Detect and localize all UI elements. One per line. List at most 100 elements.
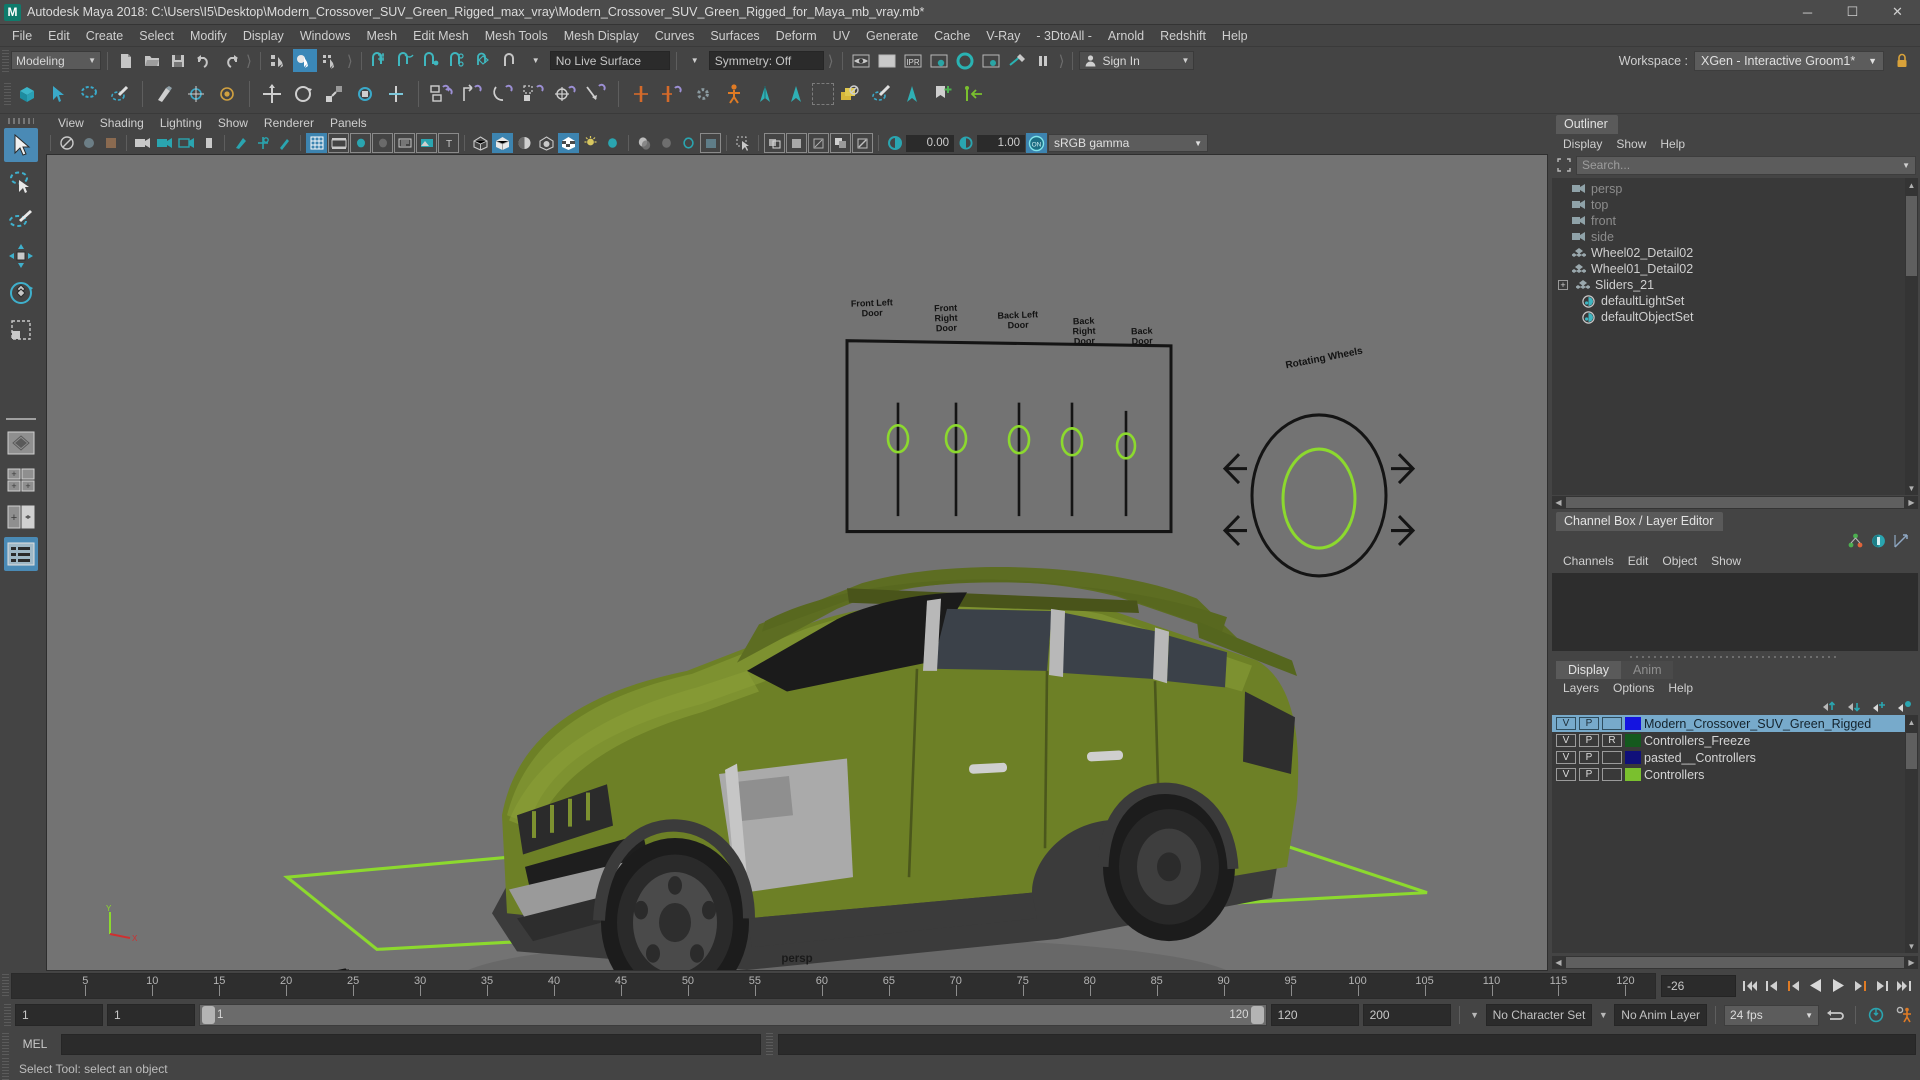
time-slider-track[interactable]: 5 10 15 20 25 30 35 40 45 50 55 60 65 70 75 80 85 90 95 100… [11,972,1656,999]
menu-windows[interactable]: Windows [292,25,359,47]
exposure-reset-icon[interactable] [884,133,905,153]
scroll-left-arrow-icon[interactable]: ◀ [1552,496,1565,509]
select-camera-icon[interactable] [56,133,77,153]
scroll-right-arrow-icon[interactable]: ▶ [1905,956,1918,969]
wireframe-shading-icon[interactable] [470,133,491,153]
menu-help[interactable]: Help [1214,25,1256,47]
channel-box-icon[interactable] [1847,533,1864,549]
menu-edit[interactable]: Edit [40,25,78,47]
detach-skin-icon[interactable] [781,78,811,110]
channel-box-attribute-list[interactable] [1552,573,1918,651]
expand-toggle-icon[interactable]: + [1558,280,1568,290]
layer-row[interactable]: V P Controllers [1552,766,1905,783]
outliner-item-front[interactable]: front [1552,213,1905,229]
layers-menu-options[interactable]: Options [1606,681,1661,695]
view-transform-icon[interactable] [852,133,873,153]
menu-display[interactable]: Display [235,25,292,47]
layer-horizontal-scrollbar[interactable]: ◀ ▶ [1552,956,1918,969]
scrollbar-thumb[interactable] [1566,497,1904,508]
current-frame-field[interactable]: -26 [1661,974,1736,997]
layers-menu-help[interactable]: Help [1661,681,1700,695]
select-tool-icon[interactable] [43,78,73,110]
outliner-item-wheel02[interactable]: Wheel02_Detail02 [1552,245,1905,261]
create-ik-handle-icon[interactable] [657,78,687,110]
move-layer-down-icon[interactable] [1846,700,1862,713]
move-tool-button[interactable] [4,239,38,273]
scrollbar-thumb[interactable] [1906,733,1917,769]
bind-skin-icon[interactable] [719,78,749,110]
layer-display-type-toggle[interactable] [1602,717,1622,730]
shelf-grip[interactable] [4,82,11,105]
viewport-menu-show[interactable]: Show [210,116,256,130]
step-forward-frame-button[interactable] [1849,975,1870,997]
tab-outliner[interactable]: Outliner [1556,115,1618,134]
snap-to-grid-button[interactable] [368,49,392,72]
four-view-layout-button[interactable]: + + + [4,463,38,497]
menu-mesh-display[interactable]: Mesh Display [556,25,647,47]
menu-redshift[interactable]: Redshift [1152,25,1214,47]
command-line-grip[interactable] [2,1033,9,1055]
range-slider-grip[interactable] [4,1004,11,1026]
outliner-menu-display[interactable]: Display [1556,137,1609,151]
layer-visibility-toggle[interactable]: V [1556,768,1576,781]
command-output-grip[interactable] [766,1033,773,1055]
menu-select[interactable]: Select [131,25,182,47]
film-gate-icon[interactable] [198,133,219,153]
chevron-down-icon[interactable]: ▼ [524,49,548,72]
screenspace-ao-icon[interactable] [700,133,721,153]
perspective-viewport[interactable]: Front Left Door Front Right Door Back Le… [46,154,1548,971]
single-perspective-layout-button[interactable] [4,426,38,460]
move-influence-icon[interactable] [959,78,989,110]
outliner-search-input[interactable]: Search... ▼ [1576,155,1916,175]
layer-playback-toggle[interactable]: P [1579,717,1599,730]
maximize-button[interactable]: ☐ [1830,0,1875,25]
paint-weights-icon[interactable] [150,78,180,110]
text-overlay-icon[interactable]: T [438,133,459,153]
menu-file[interactable]: File [4,25,40,47]
viewport-menu-renderer[interactable]: Renderer [256,116,322,130]
layer-color-swatch[interactable] [1625,734,1641,747]
outliner-item-defaultlightset[interactable]: defaultLightSet [1552,293,1905,309]
layer-display-type-toggle[interactable] [1602,751,1622,764]
select-object-button[interactable] [292,49,317,72]
texture-checker-icon[interactable] [558,133,579,153]
anim-layer-chevron-icon[interactable]: ▼ [1596,1010,1610,1020]
aim-constraint-icon[interactable] [550,78,580,110]
layer-color-swatch[interactable] [1625,717,1641,730]
textured-shading-icon[interactable] [536,133,557,153]
motion-blur-icon[interactable] [394,133,415,153]
layer-playback-toggle[interactable]: P [1579,768,1599,781]
toggle-shelf-button[interactable] [1005,49,1029,72]
menu-deform[interactable]: Deform [768,25,825,47]
outliner-item-sliders21[interactable]: + Sliders_21 [1552,277,1905,293]
move-layer-up-icon[interactable] [1821,700,1837,713]
play-backwards-button[interactable] [1805,975,1826,997]
outliner-item-top[interactable]: top [1552,197,1905,213]
ipr-render-button[interactable]: IPR [901,49,925,72]
menuset-selector[interactable]: Modeling ▼ [11,51,101,70]
close-button[interactable]: ✕ [1875,0,1920,25]
isolate-select-icon[interactable] [732,133,753,153]
animation-end-field[interactable]: 200 [1362,1004,1451,1026]
layer-row[interactable]: V P R Controllers_Freeze [1552,732,1905,749]
channelbox-menu-channels[interactable]: Channels [1556,554,1621,568]
layer-color-swatch[interactable] [1625,751,1641,764]
camera-resolution-gate-icon[interactable] [176,133,197,153]
animation-start-field[interactable]: 1 [15,1004,103,1026]
scroll-down-arrow-icon[interactable]: ▼ [1905,481,1918,495]
auto-keyframe-button[interactable] [1864,1004,1888,1027]
create-new-layer-icon[interactable] [1871,700,1887,713]
menu-arnold[interactable]: Arnold [1100,25,1152,47]
scale-constraint-icon[interactable] [519,78,549,110]
undo-button[interactable] [192,49,216,72]
select-hierarchy-button[interactable] [267,49,291,72]
playback-range-bar[interactable]: 1 120 [199,1004,1267,1026]
shaded-wireframe-icon[interactable] [514,133,535,153]
skeleton-settings-icon[interactable] [688,78,718,110]
layer-display-type-toggle[interactable] [1602,768,1622,781]
snap-to-point-button[interactable] [420,49,444,72]
layer-row[interactable]: V P Modern_Crossover_SUV_Green_Rigged [1552,715,1905,732]
toolbox-grip[interactable] [8,118,34,124]
exposure-value-field[interactable]: 0.00 [906,134,954,152]
menu-edit-mesh[interactable]: Edit Mesh [405,25,477,47]
